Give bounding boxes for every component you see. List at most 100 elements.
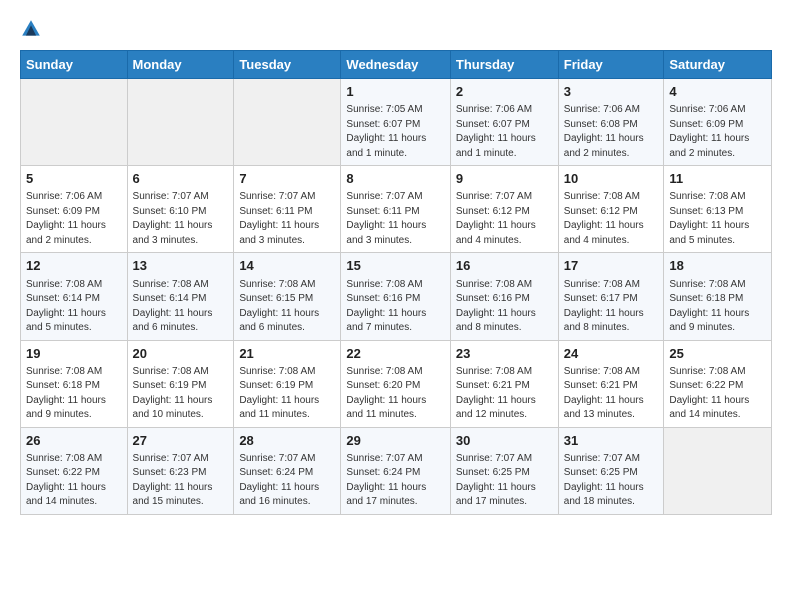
day-number: 11 xyxy=(669,170,766,188)
calendar-week-row: 12 Sunrise: 7:08 AM Sunset: 6:14 PM Dayli… xyxy=(21,253,772,340)
day-number: 13 xyxy=(133,257,229,275)
calendar-cell: 12 Sunrise: 7:08 AM Sunset: 6:14 PM Dayli… xyxy=(21,253,128,340)
day-info: Sunrise: 7:08 AM Sunset: 6:13 PM Dayligh… xyxy=(669,190,766,248)
day-of-week-header: Thursday xyxy=(450,51,558,79)
day-info: Sunrise: 7:06 AM Sunset: 6:07 PM Dayligh… xyxy=(456,103,553,161)
calendar-cell: 10Sunrise: 7:08 AM Sunset: 6:12 PM Dayli… xyxy=(558,166,664,253)
day-number: 29 xyxy=(346,432,444,450)
day-info: Sunrise: 7:08 AM Sunset: 6:20 PM Dayligh… xyxy=(346,365,444,423)
calendar-cell: 3Sunrise: 7:06 AM Sunset: 6:08 PM Daylig… xyxy=(558,79,664,166)
day-number: 30 xyxy=(456,432,553,450)
calendar-cell: 23 Sunrise: 7:08 AM Sunset: 6:21 PM Dayli… xyxy=(450,340,558,427)
day-info: Sunrise: 7:08 AM Sunset: 6:18 PM Dayligh… xyxy=(26,365,122,423)
day-info: Sunrise: 7:07 AM Sunset: 6:25 PM Dayligh… xyxy=(456,452,553,510)
logo-text xyxy=(20,18,44,40)
day-info: Sunrise: 7:08 AM Sunset: 6:16 PM Dayligh… xyxy=(346,278,444,336)
calendar-cell xyxy=(664,427,772,514)
calendar-cell: 24 Sunrise: 7:08 AM Sunset: 6:21 PM Dayli… xyxy=(558,340,664,427)
calendar-cell xyxy=(21,79,128,166)
day-number: 27 xyxy=(133,432,229,450)
calendar-cell: 2 Sunrise: 7:06 AM Sunset: 6:07 PM Daylig… xyxy=(450,79,558,166)
day-info: Sunrise: 7:08 AM Sunset: 6:15 PM Dayligh… xyxy=(239,278,335,336)
header xyxy=(20,18,772,40)
day-number: 31 xyxy=(564,432,659,450)
day-number: 12 xyxy=(26,257,122,275)
calendar-cell: 31 Sunrise: 7:07 AM Sunset: 6:25 PM Dayli… xyxy=(558,427,664,514)
calendar-cell xyxy=(234,79,341,166)
day-info: Sunrise: 7:08 AM Sunset: 6:14 PM Dayligh… xyxy=(133,278,229,336)
calendar-week-row: 5 Sunrise: 7:06 AM Sunset: 6:09 PM Daylig… xyxy=(21,166,772,253)
calendar-cell xyxy=(127,79,234,166)
day-number: 14 xyxy=(239,257,335,275)
calendar-cell: 14 Sunrise: 7:08 AM Sunset: 6:15 PM Dayli… xyxy=(234,253,341,340)
day-number: 6 xyxy=(133,170,229,188)
day-number: 2 xyxy=(456,83,553,101)
day-number: 17 xyxy=(564,257,659,275)
day-info: Sunrise: 7:08 AM Sunset: 6:21 PM Dayligh… xyxy=(564,365,659,423)
day-of-week-header: Monday xyxy=(127,51,234,79)
calendar-cell: 8Sunrise: 7:07 AM Sunset: 6:11 PM Daylig… xyxy=(341,166,450,253)
calendar-cell: 27 Sunrise: 7:07 AM Sunset: 6:23 PM Dayli… xyxy=(127,427,234,514)
day-info: Sunrise: 7:08 AM Sunset: 6:22 PM Dayligh… xyxy=(669,365,766,423)
day-info: Sunrise: 7:08 AM Sunset: 6:18 PM Dayligh… xyxy=(669,278,766,336)
day-info: Sunrise: 7:06 AM Sunset: 6:09 PM Dayligh… xyxy=(669,103,766,161)
day-info: Sunrise: 7:08 AM Sunset: 6:19 PM Dayligh… xyxy=(133,365,229,423)
day-info: Sunrise: 7:07 AM Sunset: 6:12 PM Dayligh… xyxy=(456,190,553,248)
day-of-week-header: Tuesday xyxy=(234,51,341,79)
day-of-week-header: Saturday xyxy=(664,51,772,79)
day-info: Sunrise: 7:07 AM Sunset: 6:11 PM Dayligh… xyxy=(346,190,444,248)
calendar-cell: 15 Sunrise: 7:08 AM Sunset: 6:16 PM Dayli… xyxy=(341,253,450,340)
calendar-cell: 22 Sunrise: 7:08 AM Sunset: 6:20 PM Dayli… xyxy=(341,340,450,427)
calendar-cell: 11 Sunrise: 7:08 AM Sunset: 6:13 PM Dayli… xyxy=(664,166,772,253)
calendar-week-row: 1 Sunrise: 7:05 AM Sunset: 6:07 PM Daylig… xyxy=(21,79,772,166)
day-number: 23 xyxy=(456,345,553,363)
calendar-cell: 29 Sunrise: 7:07 AM Sunset: 6:24 PM Dayli… xyxy=(341,427,450,514)
calendar-cell: 6Sunrise: 7:07 AM Sunset: 6:10 PM Daylig… xyxy=(127,166,234,253)
calendar-cell: 28 Sunrise: 7:07 AM Sunset: 6:24 PM Dayli… xyxy=(234,427,341,514)
calendar-cell: 16Sunrise: 7:08 AM Sunset: 6:16 PM Dayli… xyxy=(450,253,558,340)
day-info: Sunrise: 7:07 AM Sunset: 6:25 PM Dayligh… xyxy=(564,452,659,510)
day-number: 7 xyxy=(239,170,335,188)
day-info: Sunrise: 7:08 AM Sunset: 6:17 PM Dayligh… xyxy=(564,278,659,336)
day-info: Sunrise: 7:06 AM Sunset: 6:08 PM Dayligh… xyxy=(564,103,659,161)
logo-icon xyxy=(20,18,42,40)
day-number: 4 xyxy=(669,83,766,101)
day-number: 15 xyxy=(346,257,444,275)
day-info: Sunrise: 7:05 AM Sunset: 6:07 PM Dayligh… xyxy=(346,103,444,161)
day-number: 19 xyxy=(26,345,122,363)
day-info: Sunrise: 7:08 AM Sunset: 6:22 PM Dayligh… xyxy=(26,452,122,510)
calendar-header-row: SundayMondayTuesdayWednesdayThursdayFrid… xyxy=(21,51,772,79)
calendar-cell: 5 Sunrise: 7:06 AM Sunset: 6:09 PM Daylig… xyxy=(21,166,128,253)
calendar-cell: 7 Sunrise: 7:07 AM Sunset: 6:11 PM Daylig… xyxy=(234,166,341,253)
day-info: Sunrise: 7:07 AM Sunset: 6:23 PM Dayligh… xyxy=(133,452,229,510)
calendar-cell: 25 Sunrise: 7:08 AM Sunset: 6:22 PM Dayli… xyxy=(664,340,772,427)
day-number: 24 xyxy=(564,345,659,363)
calendar-cell: 17 Sunrise: 7:08 AM Sunset: 6:17 PM Dayli… xyxy=(558,253,664,340)
calendar-cell: 1 Sunrise: 7:05 AM Sunset: 6:07 PM Daylig… xyxy=(341,79,450,166)
day-number: 28 xyxy=(239,432,335,450)
day-number: 5 xyxy=(26,170,122,188)
day-of-week-header: Wednesday xyxy=(341,51,450,79)
calendar-cell: 19 Sunrise: 7:08 AM Sunset: 6:18 PM Dayli… xyxy=(21,340,128,427)
calendar-cell: 18Sunrise: 7:08 AM Sunset: 6:18 PM Dayli… xyxy=(664,253,772,340)
day-info: Sunrise: 7:08 AM Sunset: 6:14 PM Dayligh… xyxy=(26,278,122,336)
day-info: Sunrise: 7:08 AM Sunset: 6:21 PM Dayligh… xyxy=(456,365,553,423)
day-of-week-header: Sunday xyxy=(21,51,128,79)
calendar-cell: 4 Sunrise: 7:06 AM Sunset: 6:09 PM Daylig… xyxy=(664,79,772,166)
calendar-cell: 26 Sunrise: 7:08 AM Sunset: 6:22 PM Dayli… xyxy=(21,427,128,514)
calendar-cell: 13 Sunrise: 7:08 AM Sunset: 6:14 PM Dayli… xyxy=(127,253,234,340)
day-info: Sunrise: 7:07 AM Sunset: 6:24 PM Dayligh… xyxy=(346,452,444,510)
day-info: Sunrise: 7:07 AM Sunset: 6:11 PM Dayligh… xyxy=(239,190,335,248)
day-number: 1 xyxy=(346,83,444,101)
day-number: 20 xyxy=(133,345,229,363)
calendar-cell: 20 Sunrise: 7:08 AM Sunset: 6:19 PM Dayli… xyxy=(127,340,234,427)
day-info: Sunrise: 7:06 AM Sunset: 6:09 PM Dayligh… xyxy=(26,190,122,248)
day-number: 25 xyxy=(669,345,766,363)
day-info: Sunrise: 7:07 AM Sunset: 6:24 PM Dayligh… xyxy=(239,452,335,510)
logo xyxy=(20,18,44,40)
day-number: 16 xyxy=(456,257,553,275)
calendar-cell: 21Sunrise: 7:08 AM Sunset: 6:19 PM Dayli… xyxy=(234,340,341,427)
calendar: SundayMondayTuesdayWednesdayThursdayFrid… xyxy=(20,50,772,515)
day-number: 22 xyxy=(346,345,444,363)
day-number: 26 xyxy=(26,432,122,450)
